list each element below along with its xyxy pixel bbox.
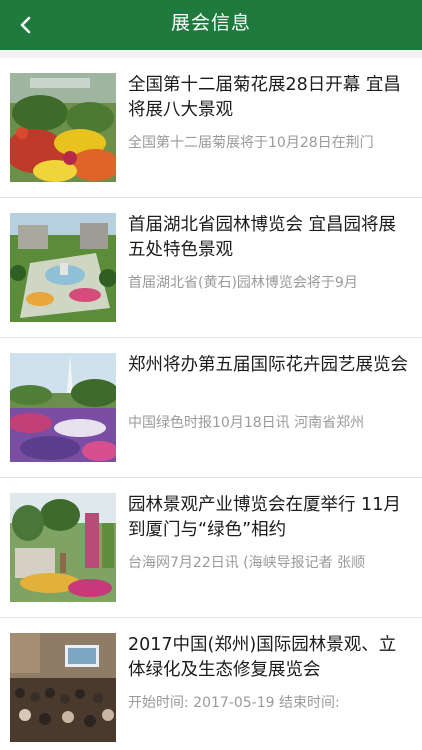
list-item[interactable]: 园林景观产业博览会在厦举行 11月到厦门与“绿色”相约 台海网7月22日讯 (海… (0, 478, 422, 618)
news-summary: 首届湖北省(黄石)园林博览会将于9月 (128, 275, 358, 291)
list-item[interactable]: 首届湖北省园林博览会 宜昌园将展五处特色景观 首届湖北省(黄石)园林博览会将于9… (0, 198, 422, 338)
news-summary: 开始时间: 2017-05-19 结束时间: (128, 695, 340, 711)
news-title: 首届湖北省园林博览会 宜昌园将展五处特色景观 (128, 215, 397, 260)
page-title: 展会信息 (170, 12, 251, 34)
news-summary: 台海网7月22日讯 (海峡导报记者 张顺 (128, 555, 366, 571)
news-summary: 中国绿色时报10月18日讯 河南省郑州 (128, 415, 365, 431)
news-thumbnail (10, 353, 116, 462)
list-item[interactable]: 2017中国(郑州)国际园林景观、立体绿化及生态修复展览会 开始时间: 2017… (0, 618, 422, 750)
news-title: 全国第十二届菊花展28日开幕 宜昌将展八大景观 (128, 75, 401, 120)
news-title: 园林景观产业博览会在厦举行 11月到厦门与“绿色”相约 (128, 495, 401, 540)
news-thumbnail (10, 493, 116, 602)
news-title: 2017中国(郑州)国际园林景观、立体绿化及生态修复展览会 (128, 635, 397, 680)
news-thumbnail (10, 73, 116, 182)
news-list: 全国第十二届菊花展28日开幕 宜昌将展八大景观 全国第十二届菊展将于10月28日… (0, 58, 422, 750)
news-summary: 全国第十二届菊展将于10月28日在荆门 (128, 135, 374, 151)
list-item[interactable]: 郑州将办第五届国际花卉园艺展览会 中国绿色时报10月18日讯 河南省郑州 (0, 338, 422, 478)
header-bar: 展会信息 (0, 0, 422, 50)
list-item[interactable]: 全国第十二届菊花展28日开幕 宜昌将展八大景观 全国第十二届菊展将于10月28日… (0, 58, 422, 198)
news-thumbnail (10, 213, 116, 322)
app-screen: 展会信息 全国第十二届菊花展28日开幕 宜昌将展八大景观 全国第十二届菊展将于1… (0, 0, 422, 750)
news-title: 郑州将办第五届国际花卉园艺展览会 (128, 355, 408, 375)
news-thumbnail (10, 633, 116, 742)
